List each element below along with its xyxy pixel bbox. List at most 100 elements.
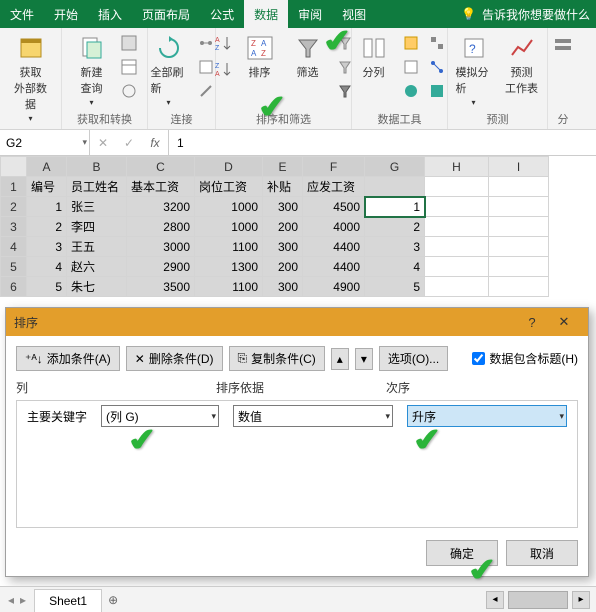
- cell[interactable]: 1: [365, 197, 425, 217]
- show-queries-icon[interactable]: [118, 32, 140, 54]
- close-button[interactable]: ✕: [548, 314, 580, 330]
- sheet-tab[interactable]: Sheet1: [34, 589, 102, 612]
- filter-button[interactable]: 筛选: [286, 32, 330, 82]
- cell[interactable]: 300: [263, 277, 303, 297]
- tab-layout[interactable]: 页面布局: [132, 0, 200, 28]
- col-header[interactable]: E: [263, 157, 303, 177]
- tab-insert[interactable]: 插入: [88, 0, 132, 28]
- cancel-button[interactable]: 取消: [506, 540, 578, 566]
- cell[interactable]: 基本工资: [127, 177, 195, 197]
- cell[interactable]: 5: [365, 277, 425, 297]
- name-box-dropdown-icon[interactable]: ▾: [82, 137, 87, 148]
- cell[interactable]: 1000: [195, 217, 263, 237]
- col-header[interactable]: D: [195, 157, 263, 177]
- whatif-button[interactable]: ? 模拟分析 ▾: [452, 32, 496, 109]
- data-validation-icon[interactable]: [400, 80, 422, 102]
- dialog-titlebar[interactable]: 排序 ? ✕: [6, 308, 588, 336]
- tab-home[interactable]: 开始: [44, 0, 88, 28]
- cell[interactable]: 3: [27, 237, 67, 257]
- delete-condition-button[interactable]: ✕删除条件(D): [126, 346, 223, 371]
- enter-icon[interactable]: ✓: [116, 136, 142, 150]
- cell[interactable]: 3: [365, 237, 425, 257]
- cell[interactable]: 王五: [67, 237, 127, 257]
- row-header[interactable]: 6: [1, 277, 27, 297]
- sort-button[interactable]: ZAAZ 排序: [238, 32, 282, 82]
- cell[interactable]: 岗位工资: [195, 177, 263, 197]
- cell[interactable]: 200: [263, 217, 303, 237]
- cell[interactable]: 李四: [67, 217, 127, 237]
- row-header[interactable]: 4: [1, 237, 27, 257]
- text-to-columns-button[interactable]: 分列: [352, 32, 396, 82]
- cell[interactable]: 3200: [127, 197, 195, 217]
- col-header[interactable]: B: [67, 157, 127, 177]
- cell[interactable]: 1100: [195, 237, 263, 257]
- consolidate-icon[interactable]: [426, 32, 448, 54]
- col-header[interactable]: A: [27, 157, 67, 177]
- row-header[interactable]: 2: [1, 197, 27, 217]
- tab-formulas[interactable]: 公式: [200, 0, 244, 28]
- sort-asc-icon[interactable]: AZ: [212, 32, 234, 54]
- relationships-icon[interactable]: [426, 56, 448, 78]
- cell[interactable]: 4900: [303, 277, 365, 297]
- has-header-input[interactable]: [472, 352, 485, 365]
- scroll-right-icon[interactable]: ▸: [572, 591, 590, 609]
- cell[interactable]: 补贴: [263, 177, 303, 197]
- move-down-button[interactable]: ▾: [355, 348, 373, 370]
- tab-review[interactable]: 审阅: [288, 0, 332, 28]
- col-header[interactable]: F: [303, 157, 365, 177]
- cell[interactable]: 4: [365, 257, 425, 277]
- cell[interactable]: 1100: [195, 277, 263, 297]
- cell[interactable]: 4500: [303, 197, 365, 217]
- tab-nav-prev-icon[interactable]: ◂: [8, 593, 14, 607]
- add-condition-button[interactable]: ⁺ᴬ↓添加条件(A): [16, 346, 120, 371]
- tab-file[interactable]: 文件: [0, 0, 44, 28]
- cell[interactable]: 张三: [67, 197, 127, 217]
- col-header[interactable]: H: [425, 157, 489, 177]
- sort-on-combo[interactable]: 数值▾: [233, 405, 393, 427]
- new-sheet-button[interactable]: ⊕: [102, 593, 124, 607]
- scrollbar[interactable]: [508, 591, 568, 609]
- manage-model-icon[interactable]: [426, 80, 448, 102]
- tell-me[interactable]: 告诉我你想要做什么: [482, 6, 590, 23]
- tab-data[interactable]: 数据: [244, 0, 288, 28]
- cell[interactable]: 2800: [127, 217, 195, 237]
- col-header[interactable]: C: [127, 157, 195, 177]
- remove-dup-icon[interactable]: [400, 56, 422, 78]
- sort-column-combo[interactable]: (列 G)▾: [101, 405, 219, 427]
- outline-button[interactable]: [541, 32, 585, 64]
- cell[interactable]: 1000: [195, 197, 263, 217]
- cell[interactable]: 4000: [303, 217, 365, 237]
- cell[interactable]: 2: [27, 217, 67, 237]
- tab-nav-next-icon[interactable]: ▸: [20, 593, 26, 607]
- name-box[interactable]: G2 ▾: [0, 130, 90, 155]
- help-button[interactable]: ?: [516, 315, 548, 330]
- tab-view[interactable]: 视图: [332, 0, 376, 28]
- flash-fill-icon[interactable]: [400, 32, 422, 54]
- cell[interactable]: 3000: [127, 237, 195, 257]
- refresh-all-button[interactable]: 全部刷新 ▾: [147, 32, 191, 109]
- cell[interactable]: 1300: [195, 257, 263, 277]
- options-button[interactable]: 选项(O)...: [379, 346, 448, 371]
- ok-button[interactable]: 确定: [426, 540, 498, 566]
- cell[interactable]: 300: [263, 197, 303, 217]
- recent-sources-icon[interactable]: [118, 80, 140, 102]
- cell[interactable]: 2: [365, 217, 425, 237]
- get-external-data-button[interactable]: 获取 外部数据 ▾: [6, 32, 55, 125]
- cell[interactable]: 赵六: [67, 257, 127, 277]
- move-up-button[interactable]: ▴: [331, 348, 349, 370]
- cell[interactable]: 员工姓名: [67, 177, 127, 197]
- cell[interactable]: 4400: [303, 257, 365, 277]
- cell[interactable]: 5: [27, 277, 67, 297]
- scroll-left-icon[interactable]: ◂: [486, 591, 504, 609]
- row-header[interactable]: 5: [1, 257, 27, 277]
- col-header[interactable]: I: [489, 157, 549, 177]
- sort-order-combo[interactable]: 升序▾: [407, 405, 567, 427]
- row-header[interactable]: 3: [1, 217, 27, 237]
- cancel-icon[interactable]: ✕: [90, 136, 116, 150]
- sort-desc-icon[interactable]: ZA: [212, 58, 234, 80]
- cell[interactable]: 300: [263, 237, 303, 257]
- new-query-button[interactable]: 新建 查询 ▾: [70, 32, 114, 109]
- row-header[interactable]: 1: [1, 177, 27, 197]
- cell[interactable]: 4: [27, 257, 67, 277]
- fx-icon[interactable]: fx: [142, 136, 168, 150]
